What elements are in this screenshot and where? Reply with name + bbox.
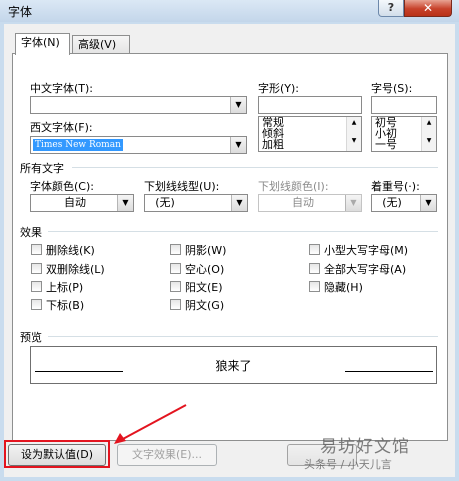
watermark-title: 易坊好文馆 <box>320 437 410 457</box>
tab-font[interactable]: 字体(N) <box>15 33 70 55</box>
annotation-arrow <box>114 404 187 444</box>
watermark-subtitle: 头条号 / 小天儿言 <box>304 458 392 471</box>
